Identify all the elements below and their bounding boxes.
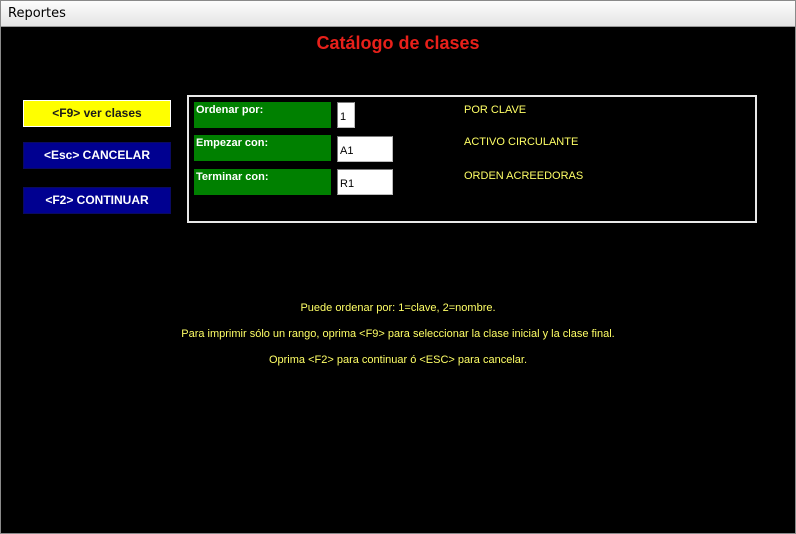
order-by-input[interactable] bbox=[337, 102, 355, 128]
help-message-range: Para imprimir sólo un rango, oprima <F9>… bbox=[181, 328, 615, 340]
parameters-panel: Ordenar por: POR CLAVE Empezar con: ACTI… bbox=[187, 95, 757, 223]
window-title: Reportes bbox=[8, 6, 66, 21]
view-classes-button[interactable]: <F9> ver clases bbox=[23, 100, 171, 127]
order-by-description: POR CLAVE bbox=[464, 104, 527, 116]
reportes-window: Reportes Catálogo de clases <F9> ver cla… bbox=[0, 0, 796, 534]
client-area: Catálogo de clases <F9> ver clases <Esc>… bbox=[4, 29, 792, 531]
continue-button[interactable]: <F2> CONTINUAR bbox=[23, 187, 171, 214]
end-with-description: ORDEN ACREEDORAS bbox=[464, 170, 584, 182]
cancel-button[interactable]: <Esc> CANCELAR bbox=[23, 142, 171, 169]
end-with-label: Terminar con: bbox=[194, 169, 331, 195]
page-title: Catálogo de clases bbox=[316, 33, 480, 53]
end-with-input[interactable] bbox=[337, 169, 393, 195]
help-message-order: Puede ordenar por: 1=clave, 2=nombre. bbox=[300, 302, 496, 314]
start-with-input[interactable] bbox=[337, 136, 393, 162]
title-bar[interactable]: Reportes bbox=[1, 1, 795, 27]
order-by-label: Ordenar por: bbox=[194, 102, 331, 128]
start-with-description: ACTIVO CIRCULANTE bbox=[464, 136, 579, 148]
start-with-label: Empezar con: bbox=[194, 135, 331, 161]
help-message-continue: Oprima <F2> para continuar ó <ESC> para … bbox=[268, 354, 528, 366]
